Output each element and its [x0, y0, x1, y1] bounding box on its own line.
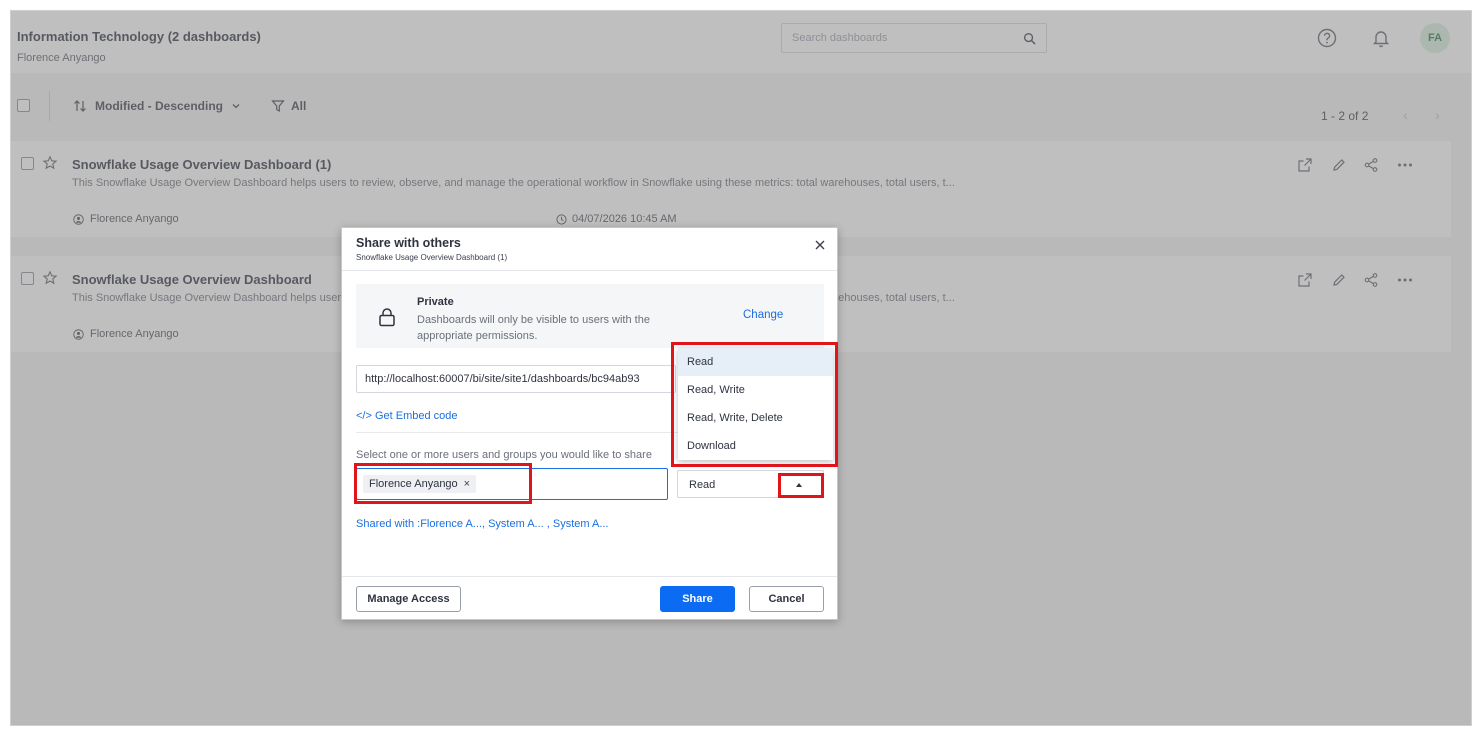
- cancel-button[interactable]: Cancel: [749, 586, 824, 612]
- permission-value: Read: [689, 479, 716, 491]
- footer-divider: [342, 576, 837, 577]
- visibility-title: Private: [417, 296, 454, 308]
- visibility-description: Dashboards will only be visible to users…: [417, 314, 650, 342]
- dialog-divider: [342, 270, 837, 271]
- highlight-caret: [778, 473, 824, 498]
- share-url-input[interactable]: [365, 371, 675, 387]
- dialog-subtitle: Snowflake Usage Overview Dashboard (1): [356, 253, 508, 262]
- visibility-panel: Private Dashboards will only be visible …: [356, 284, 824, 348]
- close-icon[interactable]: [813, 238, 827, 252]
- get-embed-code-link[interactable]: </> Get Embed code: [356, 410, 458, 422]
- change-visibility-link[interactable]: Change: [743, 309, 783, 321]
- shared-with-link[interactable]: Shared with :Florence A..., System A... …: [356, 518, 609, 530]
- manage-access-button[interactable]: Manage Access: [356, 586, 461, 612]
- app-frame: Information Technology (2 dashboards) Fl…: [10, 10, 1472, 726]
- dialog-title: Share with others: [356, 236, 461, 250]
- lock-icon: [379, 308, 395, 327]
- highlight-user-chip: [354, 463, 532, 504]
- share-url-field[interactable]: [356, 365, 676, 393]
- highlight-permission-menu: [671, 342, 838, 467]
- users-select-label: Select one or more users and groups you …: [356, 449, 652, 461]
- share-button[interactable]: Share: [660, 586, 735, 612]
